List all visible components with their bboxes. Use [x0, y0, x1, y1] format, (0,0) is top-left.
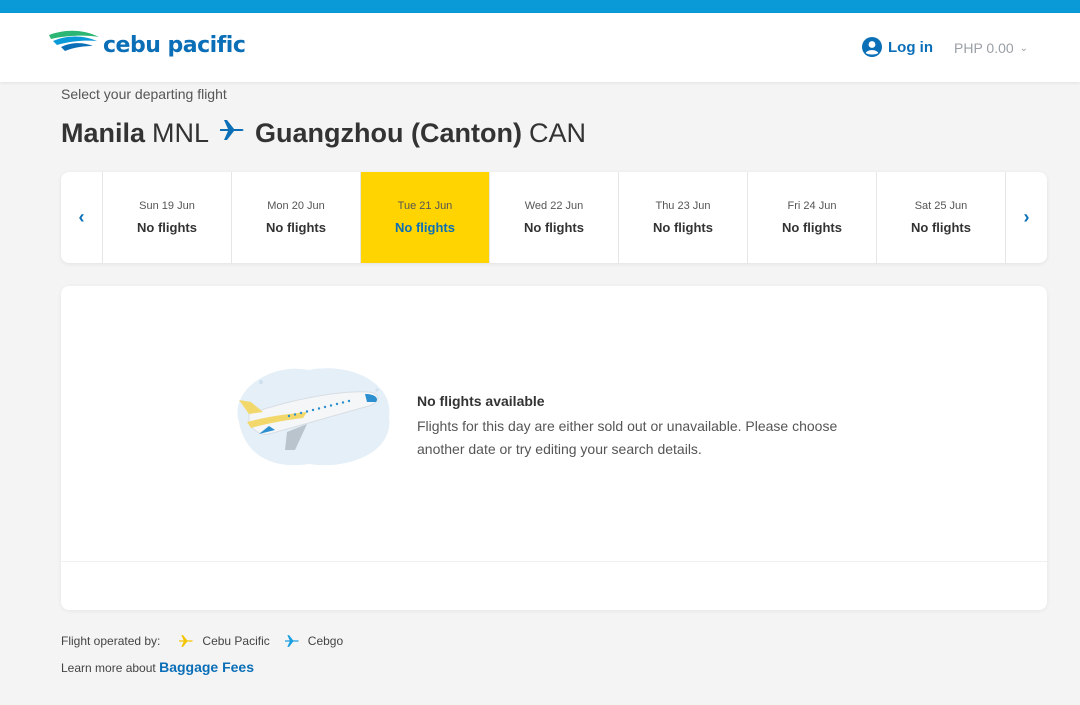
destination-city: Guangzhou (Canton) [255, 118, 522, 148]
date-tab-0[interactable]: Sun 19 Jun No flights [103, 172, 232, 263]
date-tab-2-selected[interactable]: Tue 21 Jun No flights [361, 172, 490, 263]
flights-panel: No flights available Flights for this da… [61, 286, 1047, 610]
site-header: cebu pacific Log in PHP 0.00 ⌄ [0, 13, 1080, 82]
user-icon [862, 37, 882, 57]
date-status: No flights [653, 220, 713, 235]
chevron-right-icon: › [1023, 207, 1030, 227]
cebu-pacific-logo[interactable]: cebu pacific [47, 27, 246, 58]
next-dates-button[interactable]: › [1005, 172, 1047, 263]
empty-state-line-2: another date or try editing your search … [417, 441, 702, 457]
date-status: No flights [395, 220, 455, 235]
plane-icon-blue [284, 635, 299, 647]
chevron-left-icon: ‹ [78, 207, 85, 227]
date-label: Sat 25 Jun [914, 200, 968, 212]
chevron-down-icon: ⌄ [1019, 42, 1029, 54]
plane-icon [219, 118, 245, 149]
brand-name: cebu pacific [103, 33, 246, 58]
empty-state-message: No flights available Flights for this da… [417, 393, 877, 461]
date-status: No flights [137, 220, 197, 235]
page-subtitle: Select your departing flight [61, 86, 227, 102]
origin-city: Manila [61, 118, 146, 148]
date-label: Thu 23 Jun [655, 200, 711, 212]
operator-name: Cebu Pacific [202, 634, 270, 648]
date-label: Sun 19 Jun [139, 200, 195, 212]
date-label: Tue 21 Jun [397, 200, 453, 212]
date-status: No flights [911, 220, 971, 235]
airplane-illustration [229, 362, 399, 477]
learn-more-text: Learn more about [61, 661, 156, 675]
baggage-fees-link[interactable]: Baggage Fees [159, 659, 254, 675]
currency-value: PHP 0.00 [954, 40, 1014, 56]
panel-divider [61, 561, 1047, 562]
date-label: Fri 24 Jun [787, 200, 837, 212]
operated-label: Flight operated by: [61, 634, 161, 648]
date-status: No flights [782, 220, 842, 235]
date-selector: ‹ Sun 19 Jun No flights Mon 20 Jun No fl… [61, 172, 1047, 263]
date-status: No flights [266, 220, 326, 235]
login-button[interactable]: Log in [862, 37, 933, 57]
baggage-info: Learn more about Baggage Fees [61, 659, 254, 675]
date-label: Wed 22 Jun [524, 200, 584, 212]
plane-icon-yellow [179, 635, 194, 647]
date-tab-5[interactable]: Fri 24 Jun No flights [748, 172, 877, 263]
date-status: No flights [524, 220, 584, 235]
login-label: Log in [888, 38, 933, 56]
operator-cebgo: Cebgo [284, 634, 343, 648]
origin-code: MNL [152, 118, 210, 148]
empty-state-title: No flights available [417, 393, 545, 409]
date-tab-4[interactable]: Thu 23 Jun No flights [619, 172, 748, 263]
date-label: Mon 20 Jun [267, 200, 325, 212]
operated-by: Flight operated by: Cebu Pacific Cebgo [61, 634, 343, 648]
currency-selector[interactable]: PHP 0.00 ⌄ [954, 40, 1028, 56]
date-list: Sun 19 Jun No flights Mon 20 Jun No flig… [103, 172, 1005, 263]
top-bar [0, 0, 1080, 13]
empty-state-line-1: Flights for this day are either sold out… [417, 418, 838, 434]
destination-code: CAN [529, 118, 587, 148]
date-tab-3[interactable]: Wed 22 Jun No flights [490, 172, 619, 263]
date-tab-6[interactable]: Sat 25 Jun No flights [877, 172, 1005, 263]
route-title: Manila MNL Guangzhou (Canton) CAN [61, 118, 586, 149]
empty-state-body: Flights for this day are either sold out… [417, 415, 877, 461]
date-tab-1[interactable]: Mon 20 Jun No flights [232, 172, 361, 263]
operator-name: Cebgo [307, 634, 344, 648]
wings-icon [49, 30, 99, 51]
prev-dates-button[interactable]: ‹ [61, 172, 103, 263]
operator-cebu-pacific: Cebu Pacific [178, 634, 270, 648]
